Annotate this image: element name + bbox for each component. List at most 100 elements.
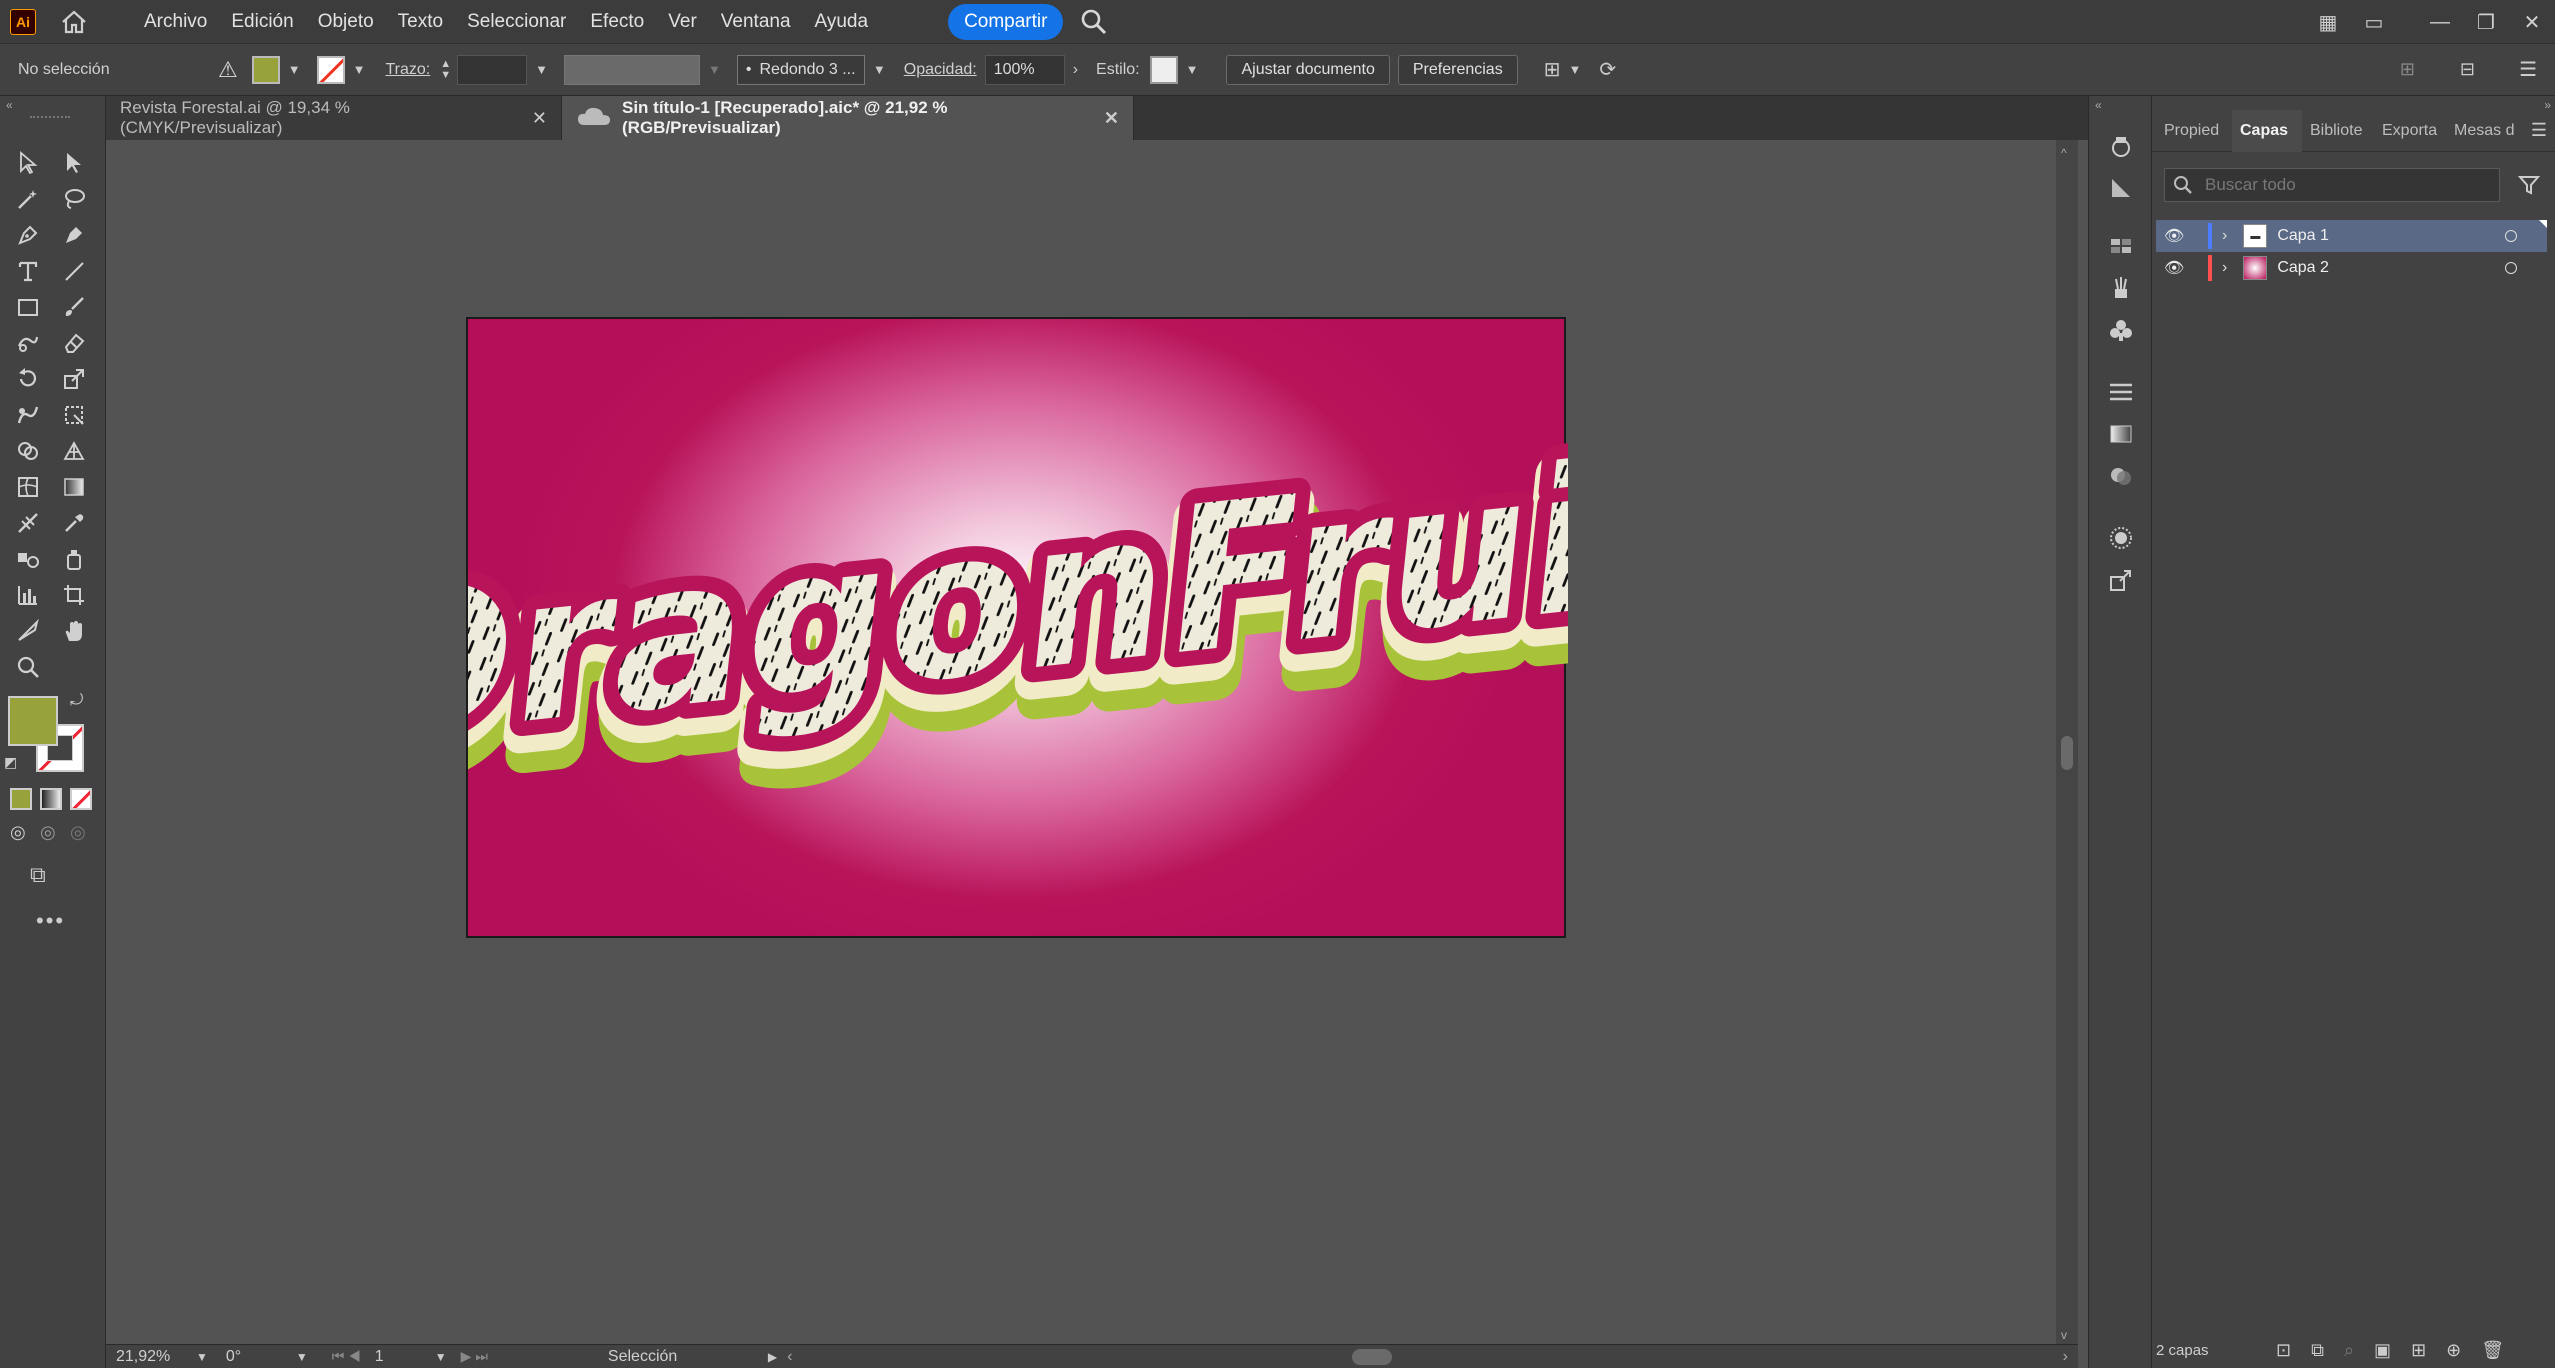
preferences-button[interactable]: Preferencias — [1397, 54, 1518, 85]
warp-tool-icon[interactable] — [10, 398, 46, 432]
scroll-thumb[interactable] — [2061, 736, 2073, 770]
rotate-tool-icon[interactable] — [10, 362, 46, 396]
chevron-down-icon[interactable]: ▼ — [353, 62, 366, 77]
home-icon[interactable] — [56, 4, 92, 40]
stroke-stepper[interactable]: ▲ ▼ — [440, 58, 451, 81]
transparency-icon[interactable] — [2107, 462, 2135, 490]
layer-name[interactable]: Capa 1 — [2277, 227, 2329, 245]
shaper-tool-icon[interactable] — [10, 326, 46, 360]
layer-row-capa-2[interactable]: 👁 › Capa 2 — [2156, 252, 2547, 284]
new-layer-icon[interactable]: ⊕ — [2446, 1340, 2461, 1361]
symbol-sprayer-tool-icon[interactable] — [56, 542, 92, 576]
chevron-down-icon[interactable]: ▼ — [435, 1350, 447, 1364]
close-icon[interactable]: ✕ — [532, 108, 547, 129]
style-swatch[interactable] — [1149, 55, 1178, 84]
restore-icon[interactable]: ❐ — [2463, 0, 2509, 44]
draw-normal-icon[interactable]: ◎ — [10, 822, 26, 843]
clipping-mask-icon[interactable]: ▣ — [2374, 1340, 2391, 1361]
tab-sin-titulo[interactable]: Sin título-1 [Recuperado].aic* @ 21,92 %… — [562, 96, 1134, 140]
magic-wand-tool-icon[interactable] — [10, 182, 46, 216]
slice-tool-icon[interactable] — [10, 614, 46, 648]
mesh-tool-icon[interactable] — [10, 470, 46, 504]
visibility-eye-icon[interactable]: 👁 — [2164, 258, 2188, 278]
scroll-up-icon[interactable]: ^ — [2061, 146, 2067, 160]
artboard-tool-icon[interactable] — [56, 578, 92, 612]
close-icon[interactable]: ✕ — [2509, 0, 2555, 44]
menu-seleccionar[interactable]: Seleccionar — [455, 0, 578, 44]
chevron-right-icon[interactable]: › — [1073, 61, 1078, 79]
variable-width-profile[interactable] — [564, 54, 700, 85]
free-transform-tool-icon[interactable] — [56, 398, 92, 432]
menu-edicion[interactable]: Edición — [219, 0, 305, 44]
delete-icon[interactable]: 🗑 — [2481, 1340, 2504, 1361]
arrange-documents-icon[interactable]: ▦ — [2305, 0, 2351, 44]
workspace-icon[interactable]: ▭ — [2351, 0, 2397, 44]
screen-mode-icon[interactable]: ⧉ — [30, 862, 46, 888]
brushes-icon[interactable] — [2107, 274, 2135, 302]
shape-builder-tool-icon[interactable] — [10, 434, 46, 468]
canvas[interactable]: DragonFruit DragonFruit DragonFruit Drag… — [106, 140, 2078, 1346]
default-colors-icon[interactable]: ◩ — [4, 754, 17, 771]
scroll-left-icon[interactable]: ‹ — [787, 1348, 792, 1366]
dragonfruit-artwork[interactable]: DragonFruit DragonFruit DragonFruit Drag… — [317, 319, 1732, 940]
align-icon[interactable]: ⊞ — [1544, 57, 1561, 82]
tab-capas[interactable]: Capas — [2232, 109, 2302, 152]
chevron-down-icon[interactable]: ▼ — [288, 62, 301, 77]
search-icon[interactable]: ⌕ — [2344, 1340, 2354, 1361]
horizontal-scroll-thumb[interactable] — [1352, 1348, 1393, 1365]
search-icon[interactable] — [1079, 7, 1109, 37]
blend-tool-icon[interactable] — [10, 542, 46, 576]
close-icon[interactable]: ✕ — [1104, 108, 1119, 129]
share-button[interactable]: Compartir — [948, 3, 1064, 40]
menu-archivo[interactable]: Archivo — [132, 0, 219, 44]
column-graph-tool-icon[interactable] — [10, 578, 46, 612]
direct-selection-tool-icon[interactable] — [56, 146, 92, 180]
arrange-icon[interactable]: ⊞ — [2400, 59, 2415, 80]
chevron-down-icon[interactable]: ▼ — [535, 62, 548, 77]
perspective-grid-tool-icon[interactable] — [56, 434, 92, 468]
target-circle-icon[interactable] — [2505, 230, 2517, 242]
tab-propiedades[interactable]: Propied — [2156, 110, 2232, 152]
artboard[interactable]: DragonFruit DragonFruit DragonFruit Drag… — [317, 317, 1732, 940]
menu-ver[interactable]: Ver — [656, 0, 709, 44]
fill-swatch[interactable] — [251, 55, 280, 84]
gradient-mode-icon[interactable] — [40, 788, 62, 810]
fit-document-button[interactable]: Ajustar documento — [1226, 54, 1390, 85]
panel-menu-icon[interactable]: ☰ — [2519, 57, 2537, 82]
chevron-down-icon[interactable]: ▼ — [296, 1350, 308, 1364]
layer-row-capa-1[interactable]: 👁 › ▬ Capa 1 — [2156, 220, 2547, 252]
collapse-icon[interactable]: « — [2095, 98, 2102, 112]
menu-efecto[interactable]: Efecto — [578, 0, 656, 44]
collapse-icon[interactable]: « — [6, 98, 13, 112]
chevron-down-icon[interactable]: ▼ — [873, 62, 886, 77]
gradient-panel-icon[interactable] — [2107, 420, 2135, 448]
hand-tool-icon[interactable] — [56, 614, 92, 648]
next-artboard-icon[interactable]: ▶ ⏭ — [461, 1348, 488, 1365]
eraser-tool-icon[interactable] — [56, 326, 92, 360]
lasso-tool-icon[interactable] — [56, 182, 92, 216]
draw-inside-icon[interactable]: ◎ — [70, 822, 86, 843]
selection-tool-icon[interactable] — [10, 146, 46, 180]
chevron-down-icon[interactable]: ▼ — [1568, 62, 1581, 77]
appearance-icon[interactable] — [2107, 132, 2135, 160]
panel-menu-icon[interactable]: ☰ — [2531, 120, 2547, 141]
zoom-level[interactable]: 21,92% — [116, 1348, 196, 1366]
menu-objeto[interactable]: Objeto — [306, 0, 386, 44]
distribute-icon[interactable]: ⊟ — [2460, 59, 2475, 80]
expand-chevron-icon[interactable]: › — [2222, 227, 2227, 245]
swap-colors-icon[interactable]: ⤾ — [70, 692, 83, 710]
stroke-weight-input[interactable] — [457, 54, 528, 85]
chevron-down-icon[interactable]: ▼ — [196, 1350, 208, 1364]
zoom-tool-icon[interactable] — [10, 650, 46, 684]
tab-revista-forestal[interactable]: Revista Forestal.ai @ 19,34 % (CMYK/Prev… — [106, 96, 562, 140]
eyedropper-tool-icon[interactable] — [56, 506, 92, 540]
menu-ayuda[interactable]: Ayuda — [803, 0, 881, 44]
edit-toolbar-icon[interactable]: ••• — [36, 908, 65, 934]
tab-exportar[interactable]: Exporta — [2374, 110, 2446, 152]
paintbrush-tool-icon[interactable] — [56, 290, 92, 324]
vertical-scrollbar[interactable]: ^ v — [2056, 140, 2078, 1346]
locate-object-icon[interactable]: ⧉ — [2311, 1340, 2324, 1361]
width-tool-icon[interactable] — [10, 506, 46, 540]
tab-bibliotecas[interactable]: Bibliote — [2302, 110, 2374, 152]
visibility-eye-icon[interactable]: 👁 — [2164, 226, 2188, 246]
